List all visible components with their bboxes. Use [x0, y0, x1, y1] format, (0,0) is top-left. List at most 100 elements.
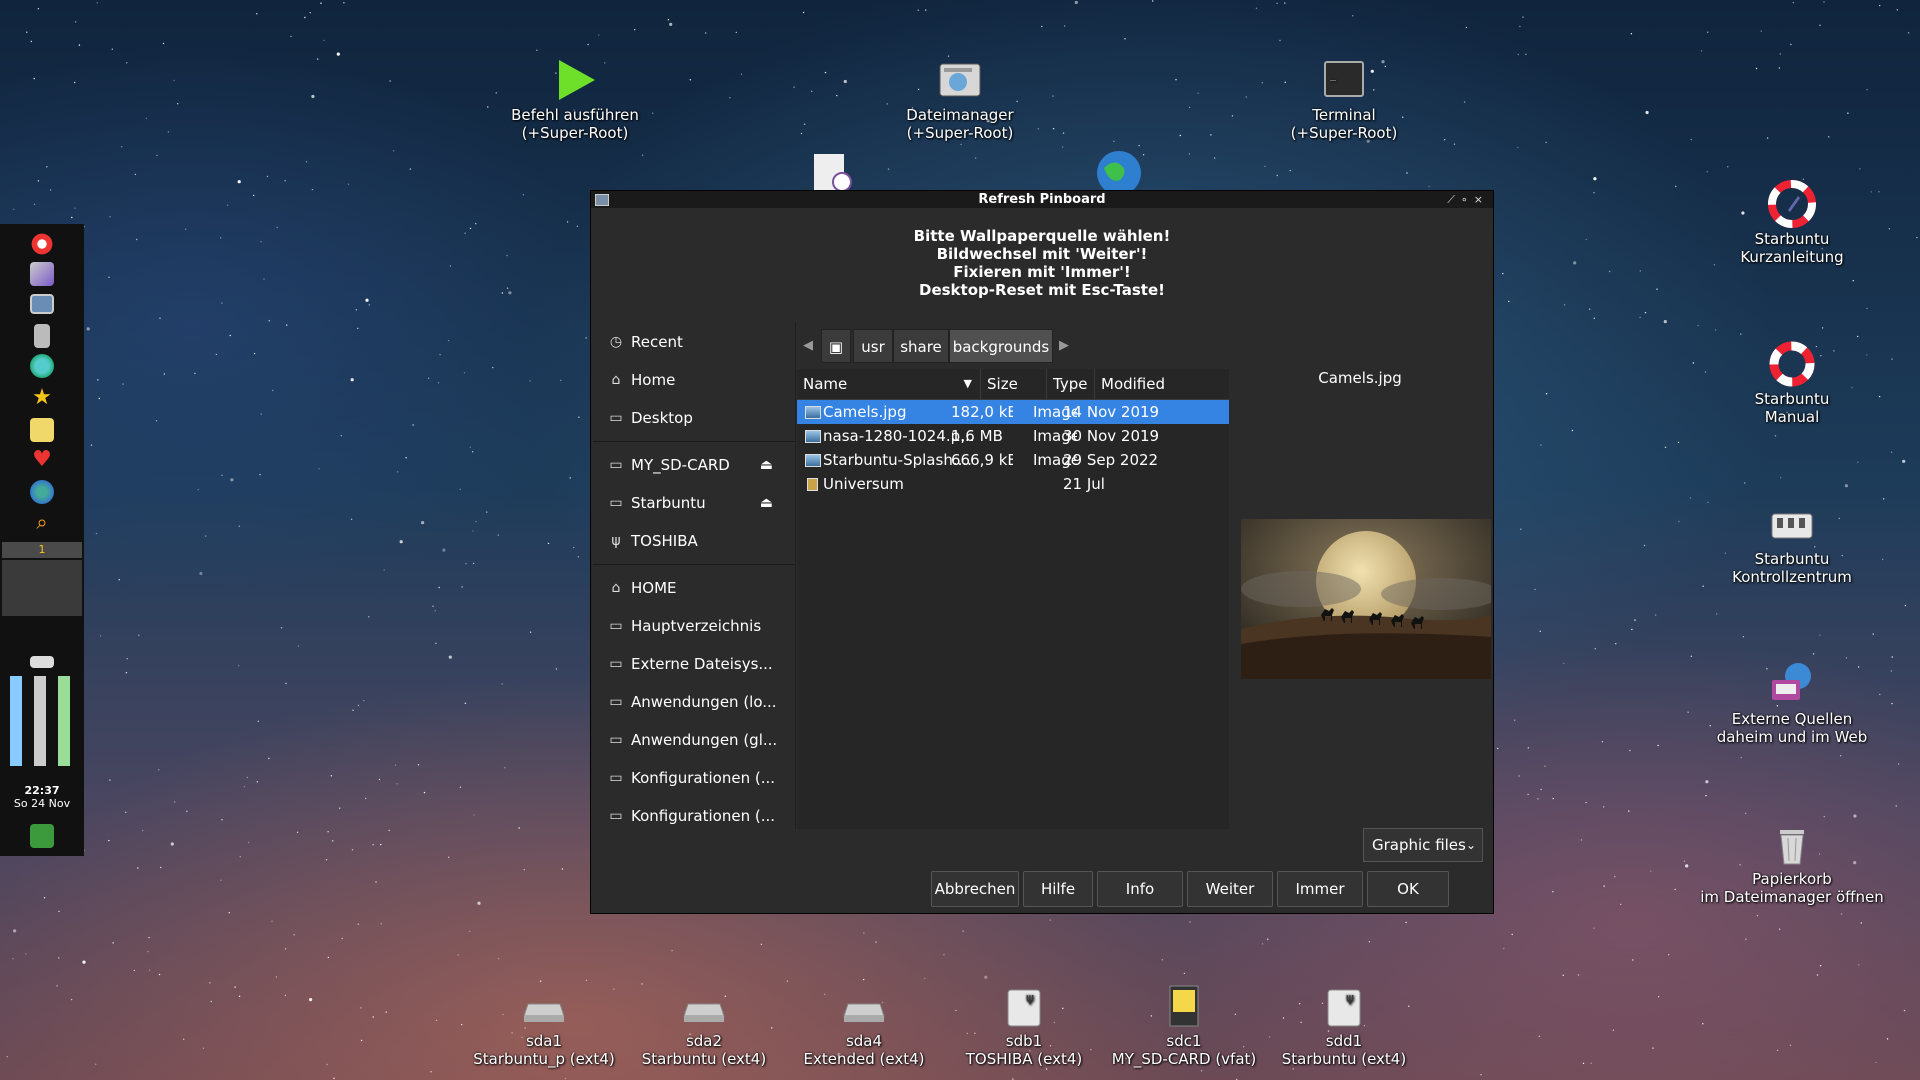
desktop-icon-run-command[interactable]: Befehl ausführen (+Super-Root) [455, 56, 695, 142]
drive-label: sdd1 [1325, 1032, 1363, 1050]
folder-icon: ▭ [609, 770, 623, 786]
trash-icon [1780, 830, 1804, 865]
ok-button[interactable]: OK [1367, 871, 1449, 907]
icon-label: Papierkorb [1752, 870, 1832, 888]
file-row[interactable]: Starbuntu-Splash.... 666,9 kB Image 29 Sep … [797, 448, 1229, 472]
window-controls[interactable]: ⟋∘× [1447, 191, 1489, 208]
sidebar-item-label: Konfigurationen (... [631, 807, 776, 825]
terminal-icon: _ [1324, 61, 1364, 97]
info-button[interactable]: Info [1097, 871, 1183, 907]
sidebar-item-label: HOME [631, 579, 677, 597]
sidebar-item-konfigurationen-2[interactable]: ▭ Konfigurationen (... [593, 797, 795, 829]
desktop-icon-control-center[interactable]: Starbuntu Kontrollzentrum [1672, 500, 1912, 586]
file-row[interactable]: nasa-1280-1024.p... 1,6 MB Image 30 Nov 201… [797, 424, 1229, 448]
globe-icon[interactable] [1096, 150, 1142, 190]
eject-icon[interactable]: ⏏ [760, 446, 773, 484]
column-header-name[interactable]: Name ▼ [797, 369, 981, 399]
path-segment-share[interactable]: share [893, 329, 949, 363]
workspace-1[interactable]: 1 [2, 542, 82, 558]
window-icon[interactable] [595, 194, 609, 206]
cancel-button[interactable]: Abbrechen [931, 871, 1019, 907]
sidebar-item-starbuntu[interactable]: ▭ Starbuntu ⏏ [593, 484, 795, 522]
exit-icon[interactable] [30, 824, 54, 848]
sidebar-item-label: Home [631, 371, 676, 389]
clock[interactable]: 22:37 So 24 Nov [0, 784, 84, 810]
earth-launcher-icon[interactable] [30, 480, 54, 504]
folder-icon: ▭ [609, 656, 623, 672]
star-launcher-icon[interactable]: ★ [30, 386, 54, 410]
sidebar-item-hauptverzeichnis[interactable]: ▭ Hauptverzeichnis [593, 607, 795, 645]
image-file-icon [805, 430, 821, 443]
folder-icon: ▭ [609, 808, 623, 824]
icon-label: Terminal [1312, 106, 1376, 124]
drive-sdd1[interactable]: ψ sdd1 Starbuntu (ext4) [1224, 982, 1464, 1068]
icon-sublabel: Kontrollzentrum [1732, 568, 1852, 586]
desktop-icon-quick-guide[interactable]: Starbuntu Kurzanleitung [1672, 180, 1912, 266]
icon-label: Befehl ausführen [511, 106, 639, 124]
places-sidebar: ◷ Recent ⌂ Home ▭ Desktop ▭ MY_SD-CARD ⏏ ▭ Sta… [593, 323, 796, 829]
tray-icons-grid[interactable] [6, 676, 78, 766]
sidebar-item-externe-dateisysteme[interactable]: ▭ Externe Dateisys... [593, 645, 795, 683]
next-button[interactable]: Weiter [1187, 871, 1273, 907]
desktop-icon-terminal[interactable]: _ Terminal (+Super-Root) [1224, 56, 1464, 142]
column-header-type[interactable]: Type [1047, 369, 1095, 399]
workspace-windows[interactable] [2, 560, 82, 616]
sidebar-item-label: Starbuntu [631, 494, 706, 512]
sidebar-item-recent[interactable]: ◷ Recent [593, 323, 795, 361]
sidebar-item-toshiba[interactable]: ψ TOSHIBA [593, 522, 795, 560]
sidebar-item-desktop[interactable]: ▭ Desktop [593, 399, 795, 437]
icon-sublabel: Manual [1764, 408, 1820, 426]
clock-date: So 24 Nov [13, 797, 71, 810]
screen-launcher-icon[interactable] [30, 294, 54, 314]
terminal-tray-icon[interactable] [30, 656, 54, 668]
network-globe-icon [1772, 663, 1811, 700]
path-segment-usr[interactable]: usr [853, 329, 893, 363]
drive-sublabel: Starbuntu (ext4) [1281, 1050, 1407, 1068]
window-title: Refresh Pinboard [978, 192, 1106, 207]
path-segment-backgrounds[interactable]: backgrounds [949, 329, 1053, 363]
sidebar-item-anwendungen-global[interactable]: ▭ Anwendungen (gl... [593, 721, 795, 759]
always-button[interactable]: Immer [1277, 871, 1363, 907]
notes-launcher-icon[interactable] [30, 418, 54, 442]
path-scroll-right-button[interactable]: ▶ [1053, 329, 1075, 363]
column-header-size[interactable]: Size [981, 369, 1047, 399]
file-type-filter-select[interactable]: Graphic files ⌄ [1363, 828, 1483, 862]
printer-launcher-icon[interactable] [34, 324, 50, 348]
search-launcher-icon[interactable]: ⌕ [30, 510, 54, 534]
file-row[interactable]: Camels.jpg 182,0 kB Image 14 Nov 2019 [797, 400, 1229, 424]
file-size: 182,0 kB [951, 403, 1013, 421]
message-line: Fixieren mit 'Immer'! [953, 263, 1131, 281]
file-row[interactable]: Universum 21 Jul [797, 472, 1229, 496]
desktop-icon-manual[interactable]: Starbuntu Manual [1672, 340, 1912, 426]
path-root-button[interactable]: ▣ [821, 329, 851, 363]
desktop-icon-trash[interactable]: Papierkorb im Dateimanager öffnen [1672, 820, 1912, 906]
sidebar-divider [593, 441, 795, 442]
svg-text:ψ: ψ [1346, 991, 1354, 1005]
column-header-modified[interactable]: Modified [1095, 369, 1229, 399]
home-icon: ⌂ [611, 580, 621, 596]
file-name: Universum [823, 475, 904, 493]
sidebar-item-konfigurationen-1[interactable]: ▭ Konfigurationen (... [593, 759, 795, 797]
path-scroll-left-button[interactable]: ◀ [797, 329, 819, 363]
sidebar-item-home-bookmark[interactable]: ⌂ HOME [593, 569, 795, 607]
sidebar-item-label: Externe Dateisys... [631, 655, 773, 673]
desktop-icon-file-manager[interactable]: Dateimanager (+Super-Root) [840, 56, 1080, 142]
chevron-down-icon: ⌄ [1465, 838, 1476, 852]
clock-document-icon[interactable] [812, 152, 852, 192]
sidebar-item-my-sd-card[interactable]: ▭ MY_SD-CARD ⏏ [593, 446, 795, 484]
sidebar-item-anwendungen-lokal[interactable]: ▭ Anwendungen (lo... [593, 683, 795, 721]
rocket-launcher-icon[interactable] [30, 262, 54, 286]
lifebuoy-icon [1769, 341, 1815, 387]
icon-sublabel: Kurzanleitung [1740, 248, 1844, 266]
globe-launcher-icon[interactable] [30, 354, 54, 378]
desktop-icon-external-sources[interactable]: Externe Quellen daheim und im Web [1672, 660, 1912, 746]
sidebar-item-home[interactable]: ⌂ Home [593, 361, 795, 399]
heart-launcher-icon[interactable]: ♥ [30, 448, 54, 472]
file-list-header: Name ▼ Size Type Modified [797, 369, 1229, 400]
titlebar[interactable]: Refresh Pinboard ⟋∘× [591, 191, 1493, 208]
help-button[interactable]: Hilfe [1023, 871, 1093, 907]
clock-time: 22:37 [24, 784, 60, 797]
lifebuoy-launcher-icon[interactable] [30, 232, 54, 256]
file-modified: 30 Nov 2019 [1063, 427, 1160, 445]
eject-icon[interactable]: ⏏ [760, 484, 773, 522]
